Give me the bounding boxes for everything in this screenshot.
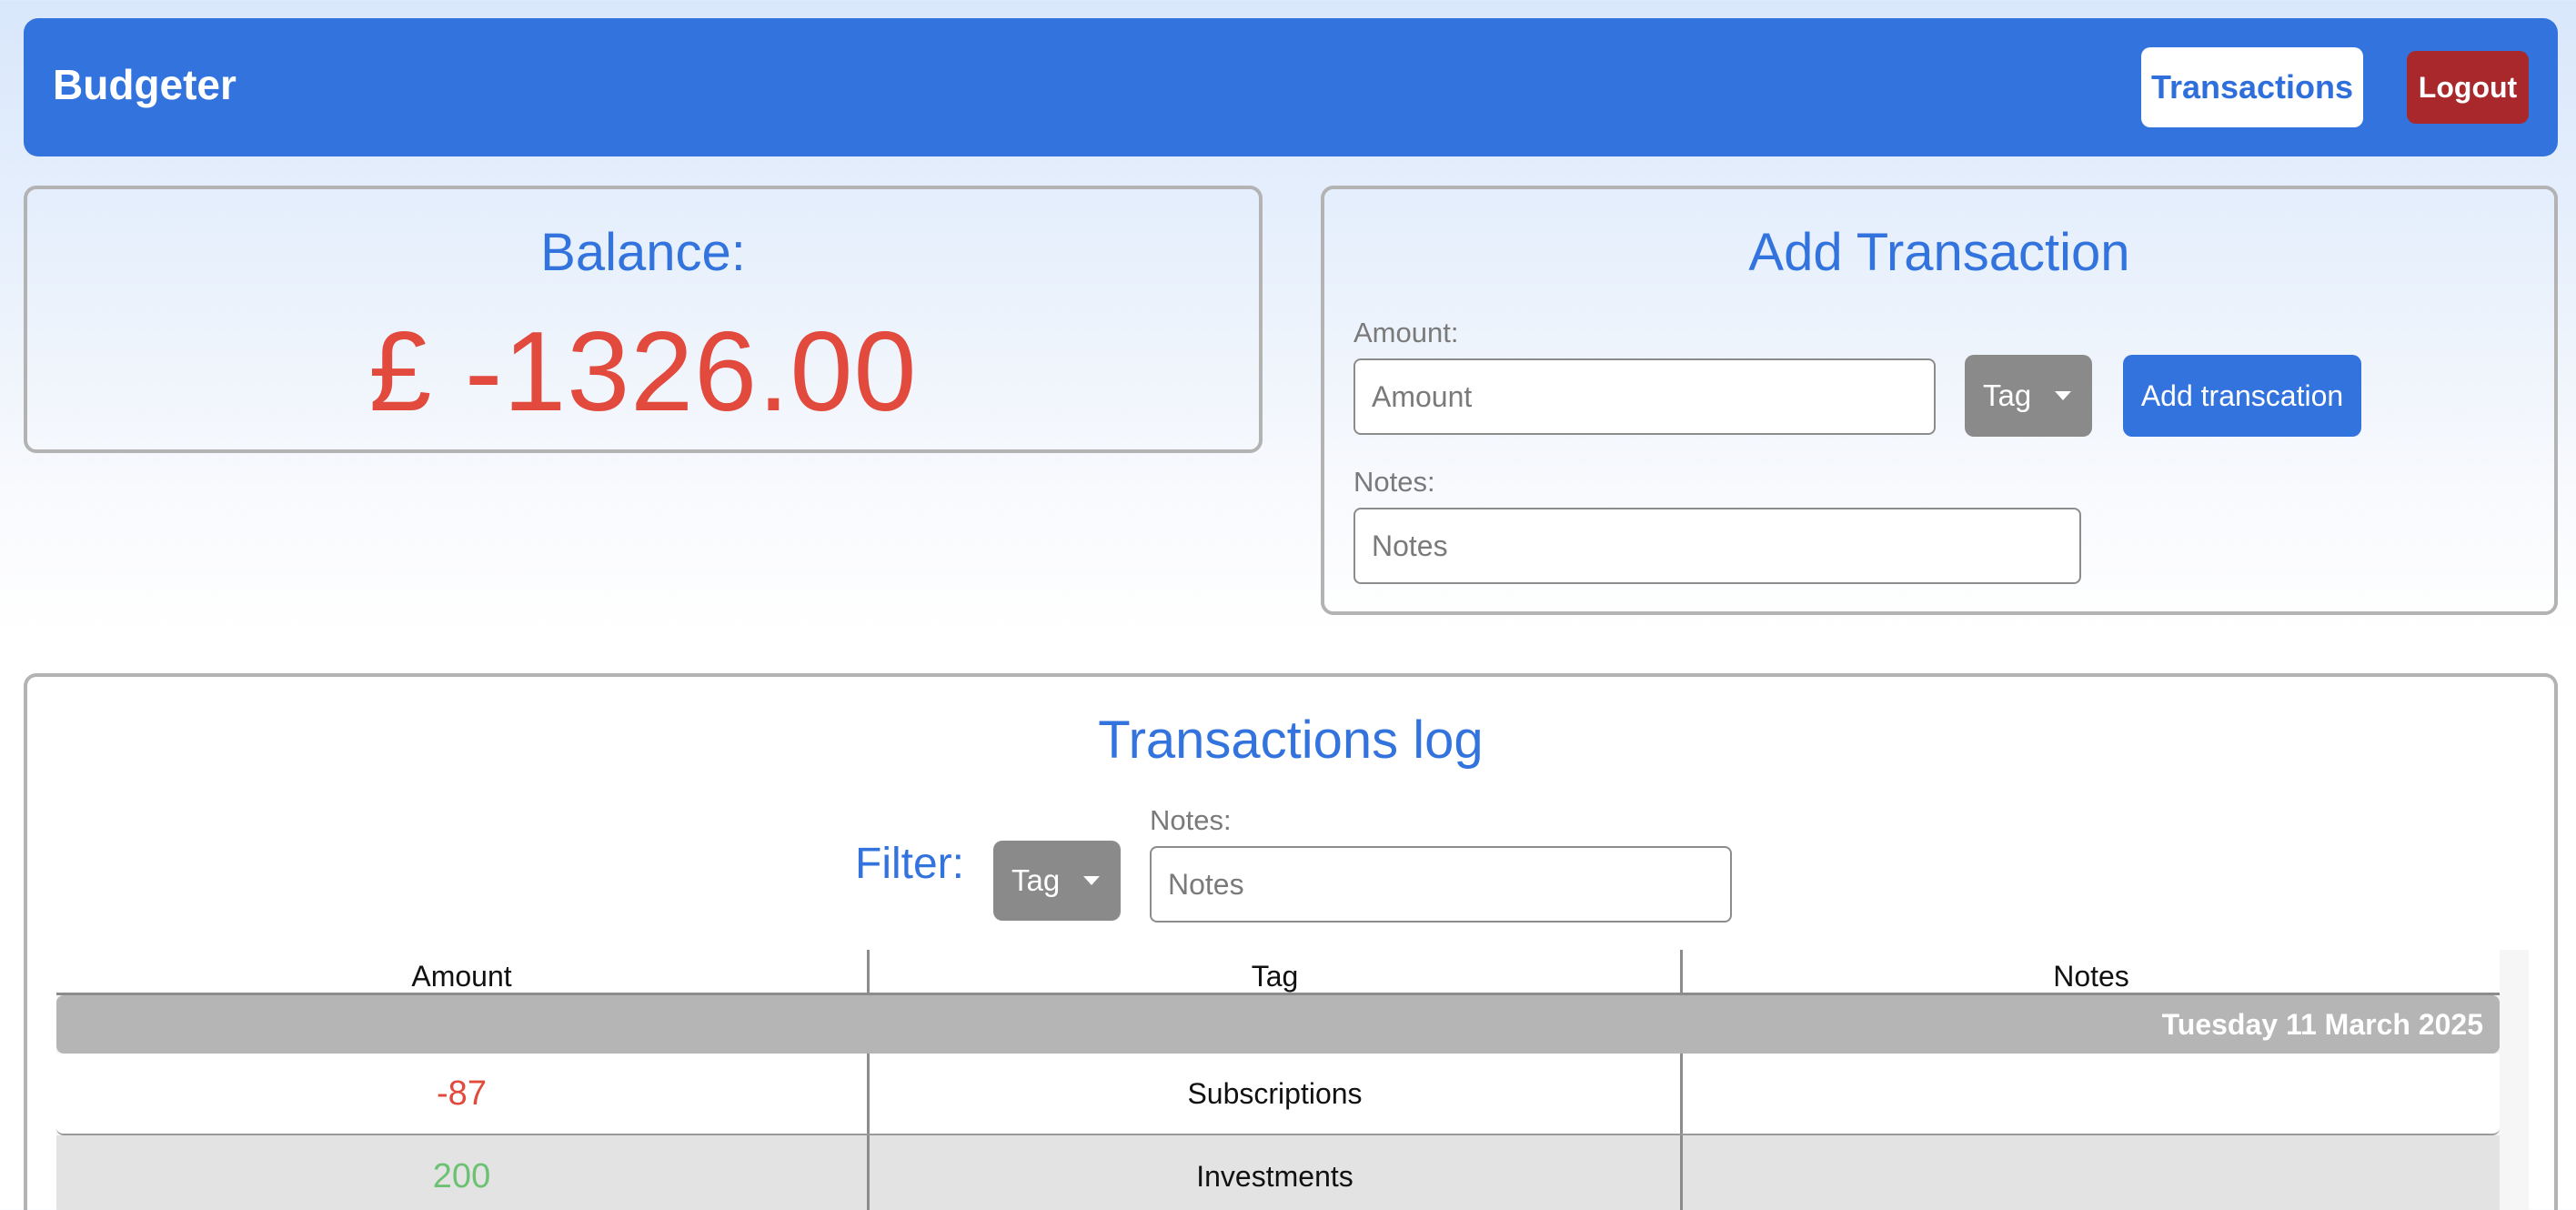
- tag-dropdown[interactable]: Tag: [1965, 355, 2092, 437]
- table-header: Amount Tag Notes: [56, 950, 2500, 995]
- filter-notes-input[interactable]: [1150, 846, 1732, 923]
- filter-tag-label: Tag: [1011, 863, 1061, 897]
- notes-label: Notes:: [1353, 466, 1435, 498]
- transactions-log-title: Transactions log: [1098, 711, 1484, 770]
- add-transaction-title: Add Transaction: [1748, 223, 2130, 282]
- filter-tag-dropdown[interactable]: Tag: [993, 841, 1121, 921]
- transactions-table: Amount Tag Notes Tuesday 11 March 2025 -…: [56, 950, 2500, 1210]
- transactions-log-card: Transactions log Filter: Tag Notes: Amou…: [24, 673, 2558, 1210]
- table-row[interactable]: 200 Investments: [56, 1135, 2500, 1210]
- tag-dropdown-label: Tag: [1983, 378, 2032, 412]
- balance-value: £ -1326.00: [368, 309, 918, 435]
- add-transaction-card: Add Transaction Amount: Tag Add transcat…: [1321, 186, 2558, 615]
- amount-cell: 200: [56, 1135, 870, 1210]
- tag-cell: Investments: [870, 1135, 1683, 1210]
- table-row[interactable]: -87 Subscriptions: [56, 1054, 2500, 1135]
- column-header-amount: Amount: [56, 950, 870, 995]
- balance-card: Balance: £ -1326.00: [24, 186, 1263, 453]
- column-header-tag: Tag: [870, 950, 1683, 995]
- transactions-table-scroll[interactable]: Amount Tag Notes Tuesday 11 March 2025 -…: [56, 950, 2529, 1210]
- caret-down-icon: [1083, 876, 1101, 885]
- transactions-nav-button[interactable]: Transactions: [2141, 47, 2363, 127]
- logout-button[interactable]: Logout: [2407, 51, 2529, 124]
- filter-notes-label: Notes:: [1150, 804, 1232, 836]
- tag-cell: Subscriptions: [870, 1054, 1683, 1134]
- amount-label: Amount:: [1353, 317, 1459, 348]
- amount-input[interactable]: [1353, 358, 1936, 435]
- column-header-notes: Notes: [2053, 959, 2129, 993]
- filter-label: Filter:: [855, 840, 964, 888]
- balance-title: Balance:: [540, 223, 746, 282]
- date-group-header: Tuesday 11 March 2025: [56, 995, 2500, 1054]
- navbar: Budgeter Transactions Logout: [24, 18, 2558, 156]
- brand-title[interactable]: Budgeter: [53, 60, 236, 109]
- notes-cell: [1683, 1054, 2500, 1134]
- caret-down-icon: [2055, 391, 2072, 400]
- amount-cell: -87: [56, 1054, 870, 1134]
- add-transaction-button[interactable]: Add transcation: [2123, 355, 2361, 437]
- notes-input[interactable]: [1353, 508, 2081, 584]
- notes-cell: [1683, 1135, 2500, 1210]
